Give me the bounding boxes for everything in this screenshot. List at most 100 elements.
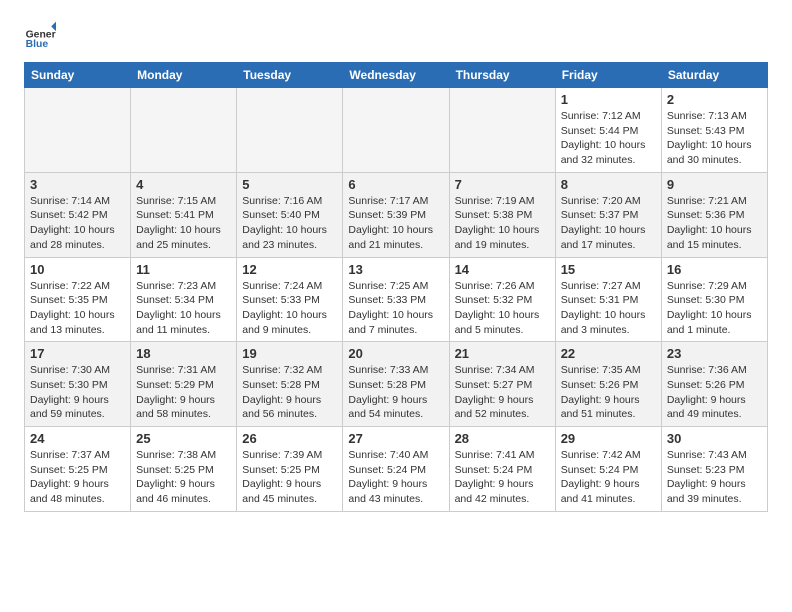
day-number: 20 (348, 346, 443, 361)
day-number: 1 (561, 92, 656, 107)
weekday-header-thursday: Thursday (449, 63, 555, 88)
calendar-cell: 15 Sunrise: 7:27 AM Sunset: 5:31 PM Dayli… (555, 257, 661, 342)
calendar-week-4: 17 Sunrise: 7:30 AM Sunset: 5:30 PM Dayli… (25, 342, 768, 427)
calendar-cell: 16Sunrise: 7:29 AM Sunset: 5:30 PM Dayli… (661, 257, 767, 342)
day-number: 5 (242, 177, 337, 192)
calendar-cell: 5 Sunrise: 7:16 AM Sunset: 5:40 PM Daylig… (237, 172, 343, 257)
day-info: Sunrise: 7:12 AM Sunset: 5:44 PM Dayligh… (561, 109, 656, 168)
day-info: Sunrise: 7:37 AM Sunset: 5:25 PM Dayligh… (30, 448, 125, 507)
calendar-week-5: 24 Sunrise: 7:37 AM Sunset: 5:25 PM Dayli… (25, 427, 768, 512)
day-number: 17 (30, 346, 125, 361)
calendar-cell: 28 Sunrise: 7:41 AM Sunset: 5:24 PM Dayli… (449, 427, 555, 512)
calendar-cell: 17 Sunrise: 7:30 AM Sunset: 5:30 PM Dayli… (25, 342, 131, 427)
day-number: 7 (455, 177, 550, 192)
calendar-cell (237, 88, 343, 173)
day-info: Sunrise: 7:22 AM Sunset: 5:35 PM Dayligh… (30, 279, 125, 338)
calendar-week-2: 3 Sunrise: 7:14 AM Sunset: 5:42 PM Daylig… (25, 172, 768, 257)
weekday-header-saturday: Saturday (661, 63, 767, 88)
day-info: Sunrise: 7:20 AM Sunset: 5:37 PM Dayligh… (561, 194, 656, 253)
calendar-cell: 6 Sunrise: 7:17 AM Sunset: 5:39 PM Daylig… (343, 172, 449, 257)
day-info: Sunrise: 7:34 AM Sunset: 5:27 PM Dayligh… (455, 363, 550, 422)
weekday-header-monday: Monday (131, 63, 237, 88)
calendar-cell: 21 Sunrise: 7:34 AM Sunset: 5:27 PM Dayli… (449, 342, 555, 427)
calendar-cell: 23 Sunrise: 7:36 AM Sunset: 5:26 PM Dayli… (661, 342, 767, 427)
calendar-header-row: SundayMondayTuesdayWednesdayThursdayFrid… (25, 63, 768, 88)
weekday-header-friday: Friday (555, 63, 661, 88)
calendar-cell: 19Sunrise: 7:32 AM Sunset: 5:28 PM Dayli… (237, 342, 343, 427)
day-number: 13 (348, 262, 443, 277)
day-number: 30 (667, 431, 762, 446)
calendar-cell: 11 Sunrise: 7:23 AM Sunset: 5:34 PM Dayli… (131, 257, 237, 342)
day-number: 28 (455, 431, 550, 446)
day-info: Sunrise: 7:26 AM Sunset: 5:32 PM Dayligh… (455, 279, 550, 338)
day-number: 10 (30, 262, 125, 277)
day-number: 23 (667, 346, 762, 361)
logo-icon: General Blue (24, 20, 56, 52)
day-info: Sunrise: 7:41 AM Sunset: 5:24 PM Dayligh… (455, 448, 550, 507)
day-number: 11 (136, 262, 231, 277)
day-info: Sunrise: 7:30 AM Sunset: 5:30 PM Dayligh… (30, 363, 125, 422)
day-number: 21 (455, 346, 550, 361)
calendar-cell: 2 Sunrise: 7:13 AM Sunset: 5:43 PM Daylig… (661, 88, 767, 173)
day-info: Sunrise: 7:25 AM Sunset: 5:33 PM Dayligh… (348, 279, 443, 338)
day-info: Sunrise: 7:36 AM Sunset: 5:26 PM Dayligh… (667, 363, 762, 422)
day-info: Sunrise: 7:31 AM Sunset: 5:29 PM Dayligh… (136, 363, 231, 422)
day-info: Sunrise: 7:23 AM Sunset: 5:34 PM Dayligh… (136, 279, 231, 338)
calendar-cell: 22 Sunrise: 7:35 AM Sunset: 5:26 PM Dayli… (555, 342, 661, 427)
calendar-cell: 12 Sunrise: 7:24 AM Sunset: 5:33 PM Dayli… (237, 257, 343, 342)
day-number: 22 (561, 346, 656, 361)
day-info: Sunrise: 7:17 AM Sunset: 5:39 PM Dayligh… (348, 194, 443, 253)
day-info: Sunrise: 7:32 AM Sunset: 5:28 PM Dayligh… (242, 363, 337, 422)
day-number: 6 (348, 177, 443, 192)
day-info: Sunrise: 7:13 AM Sunset: 5:43 PM Dayligh… (667, 109, 762, 168)
day-info: Sunrise: 7:35 AM Sunset: 5:26 PM Dayligh… (561, 363, 656, 422)
calendar-cell (449, 88, 555, 173)
day-info: Sunrise: 7:29 AM Sunset: 5:30 PM Dayligh… (667, 279, 762, 338)
calendar-cell: 4Sunrise: 7:15 AM Sunset: 5:41 PM Daylig… (131, 172, 237, 257)
day-number: 3 (30, 177, 125, 192)
day-info: Sunrise: 7:24 AM Sunset: 5:33 PM Dayligh… (242, 279, 337, 338)
page-container: General Blue SundayMondayTuesdayWednesda… (0, 0, 792, 528)
day-number: 4 (136, 177, 231, 192)
logo: General Blue (24, 20, 60, 52)
calendar-cell: 14 Sunrise: 7:26 AM Sunset: 5:32 PM Dayli… (449, 257, 555, 342)
day-info: Sunrise: 7:27 AM Sunset: 5:31 PM Dayligh… (561, 279, 656, 338)
day-number: 29 (561, 431, 656, 446)
weekday-header-sunday: Sunday (25, 63, 131, 88)
day-info: Sunrise: 7:43 AM Sunset: 5:23 PM Dayligh… (667, 448, 762, 507)
calendar-cell (343, 88, 449, 173)
calendar-cell (131, 88, 237, 173)
day-info: Sunrise: 7:39 AM Sunset: 5:25 PM Dayligh… (242, 448, 337, 507)
calendar-week-1: 1 Sunrise: 7:12 AM Sunset: 5:44 PM Daylig… (25, 88, 768, 173)
day-number: 24 (30, 431, 125, 446)
day-info: Sunrise: 7:33 AM Sunset: 5:28 PM Dayligh… (348, 363, 443, 422)
calendar-cell: 18 Sunrise: 7:31 AM Sunset: 5:29 PM Dayli… (131, 342, 237, 427)
day-number: 27 (348, 431, 443, 446)
calendar-cell: 20 Sunrise: 7:33 AM Sunset: 5:28 PM Dayli… (343, 342, 449, 427)
day-number: 18 (136, 346, 231, 361)
day-info: Sunrise: 7:38 AM Sunset: 5:25 PM Dayligh… (136, 448, 231, 507)
calendar-cell: 9Sunrise: 7:21 AM Sunset: 5:36 PM Daylig… (661, 172, 767, 257)
day-number: 14 (455, 262, 550, 277)
day-info: Sunrise: 7:19 AM Sunset: 5:38 PM Dayligh… (455, 194, 550, 253)
calendar-cell (25, 88, 131, 173)
day-info: Sunrise: 7:40 AM Sunset: 5:24 PM Dayligh… (348, 448, 443, 507)
day-info: Sunrise: 7:14 AM Sunset: 5:42 PM Dayligh… (30, 194, 125, 253)
day-number: 12 (242, 262, 337, 277)
calendar-cell: 10 Sunrise: 7:22 AM Sunset: 5:35 PM Dayli… (25, 257, 131, 342)
header: General Blue (24, 20, 768, 52)
calendar-cell: 7 Sunrise: 7:19 AM Sunset: 5:38 PM Daylig… (449, 172, 555, 257)
calendar-cell: 8 Sunrise: 7:20 AM Sunset: 5:37 PM Daylig… (555, 172, 661, 257)
weekday-header-tuesday: Tuesday (237, 63, 343, 88)
day-number: 9 (667, 177, 762, 192)
calendar-cell: 24 Sunrise: 7:37 AM Sunset: 5:25 PM Dayli… (25, 427, 131, 512)
day-number: 26 (242, 431, 337, 446)
day-number: 25 (136, 431, 231, 446)
calendar-cell: 1 Sunrise: 7:12 AM Sunset: 5:44 PM Daylig… (555, 88, 661, 173)
day-number: 8 (561, 177, 656, 192)
day-number: 2 (667, 92, 762, 107)
day-info: Sunrise: 7:16 AM Sunset: 5:40 PM Dayligh… (242, 194, 337, 253)
weekday-header-wednesday: Wednesday (343, 63, 449, 88)
calendar-week-3: 10 Sunrise: 7:22 AM Sunset: 5:35 PM Dayli… (25, 257, 768, 342)
day-number: 15 (561, 262, 656, 277)
